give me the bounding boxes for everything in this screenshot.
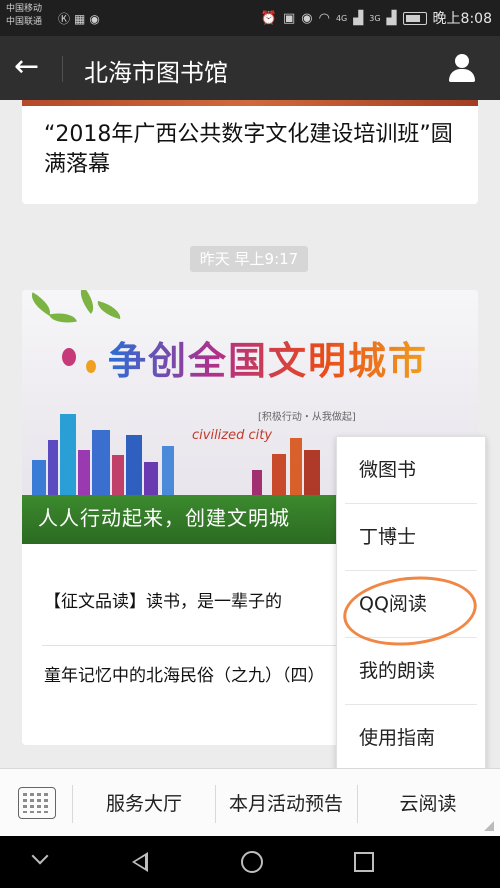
arrow-left-icon[interactable]: ←: [14, 50, 54, 86]
banner-slogan: 人人行动起来，创建文明城: [38, 506, 290, 530]
menu-item-dingboshi[interactable]: 丁博士: [337, 504, 485, 570]
wifi-icon: ◠: [318, 10, 330, 26]
banner-title: 争创全国文明城市: [108, 330, 428, 385]
leaf-decoration: [26, 292, 56, 316]
leaf-decoration: [94, 300, 124, 320]
menu-divider: [72, 785, 73, 823]
bottom-menu-bar: 服务大厅 本月活动预告 云阅读: [0, 768, 500, 837]
leaf-decoration: [74, 290, 100, 314]
nav-divider: [62, 56, 63, 82]
network-2-label: 3G: [369, 13, 381, 23]
back-triangle-icon[interactable]: [110, 836, 170, 888]
submenu-indicator-icon: [484, 821, 494, 831]
k-icon: Ⓚ: [58, 12, 75, 26]
shield-icon: ◉: [89, 12, 104, 26]
menu-item-weitushu[interactable]: 微图书: [337, 437, 485, 503]
menu-cloud-reading[interactable]: 云阅读: [358, 787, 498, 821]
balloon-icon: [86, 360, 96, 373]
recent-square-icon[interactable]: [334, 836, 394, 888]
signal-icon: ▟: [353, 10, 364, 26]
notification-icons: Ⓚ▦◉: [58, 10, 104, 27]
menu-service-hall[interactable]: 服务大厅: [74, 787, 214, 821]
nav-bar: ← 北海市图书馆: [0, 36, 500, 100]
page-title: 北海市图书馆: [84, 59, 228, 87]
menu-item-guide[interactable]: 使用指南: [337, 705, 485, 771]
menu-monthly-events[interactable]: 本月活动预告: [216, 787, 356, 821]
menu-item-my-reading[interactable]: 我的朗读: [337, 638, 485, 704]
balloon-icon: [62, 348, 76, 366]
image-icon: ▦: [74, 12, 90, 26]
article-card[interactable]: “2018年广西公共数字文化建设培训班”圆满落幕: [22, 100, 478, 204]
person-icon[interactable]: [446, 52, 478, 84]
home-circle-icon[interactable]: [222, 836, 282, 888]
article-title: “2018年广西公共数字文化建设培训班”圆满落幕: [44, 122, 453, 177]
status-bar: 中国移动 中国联通 Ⓚ▦◉ ⏰ ▣ ◉ ◠ 4G ▟ 3G ▟ 晚上8:08: [0, 0, 500, 36]
battery-icon: [402, 11, 427, 25]
carrier-1: 中国移动: [6, 4, 43, 14]
status-right: ⏰ ▣ ◉ ◠ 4G ▟ 3G ▟ 晚上8:08: [261, 8, 492, 28]
keyboard-icon[interactable]: [18, 787, 56, 819]
carrier-2: 中国联通: [6, 17, 43, 27]
article-image-strip: [22, 100, 478, 106]
time-badge: 昨天 早上9:17: [190, 246, 308, 272]
system-nav-bar: [0, 836, 500, 888]
signal-icon: ▟: [386, 10, 397, 26]
network-1-label: 4G: [335, 13, 348, 23]
eye-icon: ◉: [301, 10, 313, 26]
carrier-info: 中国移动 中国联通: [6, 3, 42, 29]
hd-icon: ▣: [282, 10, 296, 26]
chevron-down-icon[interactable]: [12, 836, 72, 888]
clock: 晚上8:08: [432, 11, 492, 27]
alarm-icon: ⏰: [260, 10, 277, 26]
leaf-decoration: [49, 309, 77, 327]
